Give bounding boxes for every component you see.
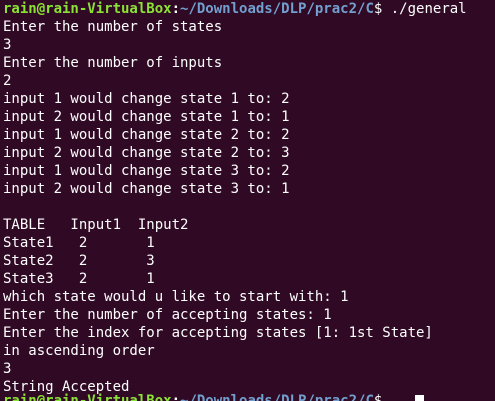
prompt-user-host: rain@rain-VirtualBox xyxy=(3,393,172,401)
prompt-user-host: rain@rain-VirtualBox xyxy=(3,1,172,17)
prompt-symbol: $ xyxy=(373,1,391,17)
table-row: State1 2 1 xyxy=(3,235,155,251)
table-row: State3 2 1 xyxy=(3,271,155,287)
prompt-line: rain@rain-VirtualBox:~/Downloads/DLP/pra… xyxy=(3,0,495,18)
output-line: input 1 would change state 1 to: 2 xyxy=(3,91,290,107)
prompt-separator: : xyxy=(171,1,181,17)
cut-off-prompt-line: rain@rain-VirtualBox:~/Downloads/DLP/pra… xyxy=(3,392,391,401)
table-row: State2 2 3 xyxy=(3,253,155,269)
output-line: Enter the number of states xyxy=(3,19,223,35)
output-line: Enter the index for accepting states [1:… xyxy=(3,325,433,341)
prompt-symbol: $ xyxy=(373,393,391,401)
output-line: which state would u like to start with: … xyxy=(3,289,349,305)
prompt-path: ~/Downloads/DLP/prac2/C xyxy=(180,1,374,17)
output-line: input 2 would change state 2 to: 3 xyxy=(3,145,290,161)
input-echo: 2 xyxy=(3,73,12,89)
output-line: input 1 would change state 2 to: 2 xyxy=(3,127,290,143)
output-line: Enter the number of inputs xyxy=(3,55,223,71)
output-line: input 2 would change state 1 to: 1 xyxy=(3,109,290,125)
prompt-command: ./general xyxy=(390,1,467,17)
output-line: input 1 would change state 3 to: 2 xyxy=(3,163,290,179)
prompt-path: ~/Downloads/DLP/prac2/C xyxy=(180,393,374,401)
terminal-window[interactable]: rain@rain-VirtualBox:~/Downloads/DLP/pra… xyxy=(0,0,495,401)
input-echo: 3 xyxy=(3,37,12,53)
input-echo: 3 xyxy=(3,361,12,377)
prompt-separator: : xyxy=(171,393,181,401)
output-line: Enter the number of accepting states: 1 xyxy=(3,307,332,323)
table-header: TABLE Input1 Input2 xyxy=(3,217,189,233)
output-line: in ascending order xyxy=(3,343,155,359)
output-line: input 2 would change state 3 to: 1 xyxy=(3,181,290,197)
text-cursor xyxy=(415,395,424,401)
